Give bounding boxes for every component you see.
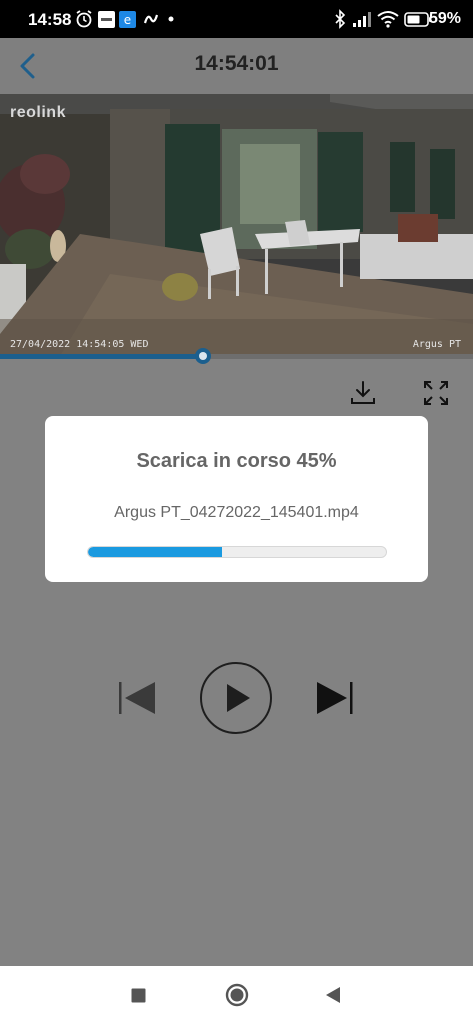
camera-name-overlay: Argus PT — [412, 339, 461, 350]
skip-previous-icon[interactable] — [117, 681, 157, 715]
download-progress-bar — [87, 546, 387, 558]
battery-percent: 59% — [428, 10, 461, 27]
wifi-icon — [377, 11, 399, 28]
fullscreen-icon[interactable] — [421, 378, 451, 408]
svg-text:e: e — [124, 13, 131, 27]
reolink-logo: reolink — [10, 104, 66, 121]
camera-frame-image — [0, 94, 473, 356]
download-progress-dialog: Scarica in corso 45% Argus PT_04272022_1… — [45, 416, 428, 582]
download-progress-title: Scarica in corso 45% — [136, 450, 337, 472]
playback-progress[interactable] — [0, 348, 473, 364]
playback-progress-fill — [0, 354, 204, 359]
more-notifications-icon — [168, 16, 174, 22]
battery-icon — [404, 12, 432, 27]
video-timestamp-overlay: 27/04/2022 14:54:05 WED — [10, 339, 149, 350]
notification-app-icon — [98, 11, 115, 28]
playback-scrubber-handle[interactable] — [195, 348, 212, 364]
alarm-icon — [76, 10, 92, 28]
signal-icon — [353, 12, 371, 27]
status-bar: 14:58 e 59% — [0, 0, 473, 38]
download-progress-fill — [88, 547, 223, 557]
skip-next-icon[interactable] — [315, 681, 355, 715]
play-icon — [227, 684, 250, 712]
triangle-back-icon[interactable] — [325, 986, 341, 1004]
square-icon[interactable] — [131, 988, 146, 1003]
download-filename: Argus PT_04272022_145401.mp4 — [114, 504, 359, 521]
status-time: 14:58 — [28, 10, 72, 29]
app-header: 14:54:01 — [0, 38, 473, 94]
play-button[interactable] — [199, 661, 273, 735]
system-navigation-bar — [0, 966, 473, 1024]
edge-app-icon: e — [119, 11, 136, 28]
bluetooth-icon — [335, 9, 346, 29]
video-player[interactable]: reolink 27/04/2022 14:54:05 WED Argus PT — [0, 94, 473, 356]
page-title: 14:54:01 — [194, 52, 279, 75]
download-icon[interactable] — [348, 378, 378, 408]
circle-icon[interactable] — [225, 983, 249, 1007]
link-app-icon — [143, 14, 159, 24]
